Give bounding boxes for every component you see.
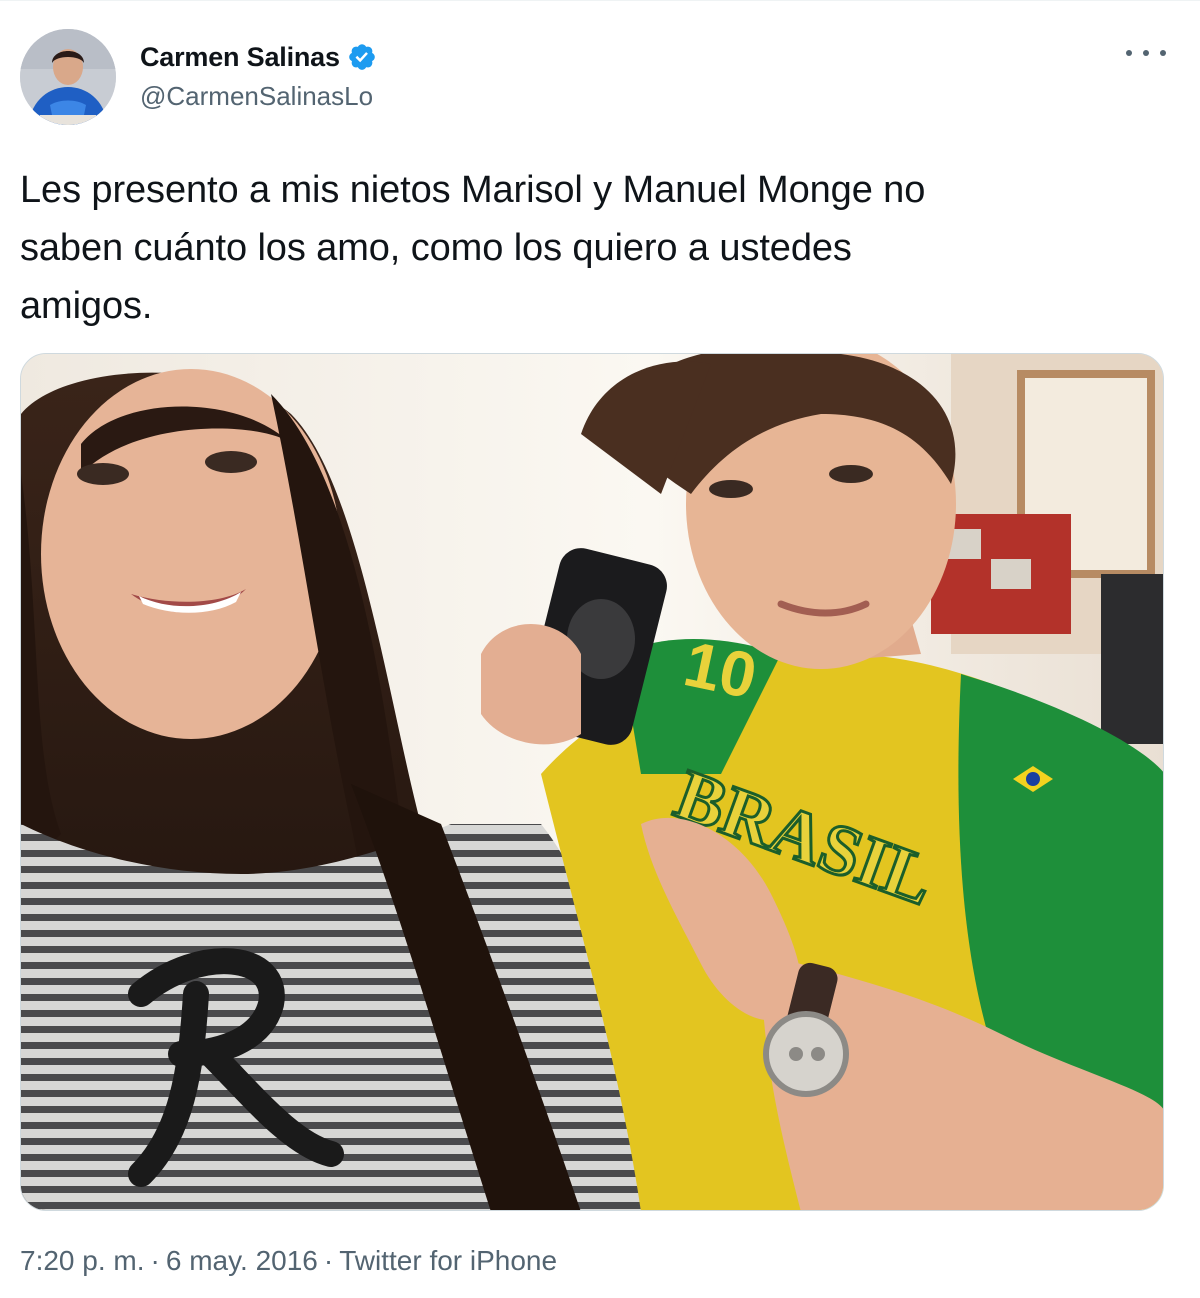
tweet-source[interactable]: Twitter for iPhone [339,1245,557,1276]
shirt-number: 10 [678,627,763,712]
tweet-header: Carmen Salinas @CarmenSalinasLo [20,29,1180,129]
tweet-text-line: amigos. [20,285,153,327]
author-block: Carmen Salinas @CarmenSalinasLo [140,39,377,112]
dot [1143,50,1149,56]
tweet-text-line: Les presento a mis nietos Marisol y Manu… [20,169,926,211]
author-handle[interactable]: @CarmenSalinasLo [140,81,377,112]
dot [1160,50,1166,56]
tweet-meta: 7:20 p. m. · 6 may. 2016 · Twitter for iPhon… [20,1245,557,1277]
author-name[interactable]: Carmen Salinas [140,42,340,73]
avatar[interactable] [20,29,116,125]
verified-badge-icon [347,42,377,72]
tweet-text: Les presento a mis nietos Marisol y Manu… [20,161,1160,335]
dot [1126,50,1132,56]
tweet-card: Carmen Salinas @CarmenSalinasLo Les pres… [0,0,1200,1298]
meta-separator: · [323,1245,334,1276]
meta-separator: · [150,1245,160,1276]
tweet-time[interactable]: 7:20 p. m. [20,1245,145,1276]
tweet-date[interactable]: 6 may. 2016 [166,1245,318,1276]
more-horizontal-icon[interactable] [1126,41,1166,65]
tweet-photo[interactable]: BRASIL 10 [20,353,1164,1211]
tweet-text-line: saben cuánto los amo, como los quiero a … [20,227,852,269]
